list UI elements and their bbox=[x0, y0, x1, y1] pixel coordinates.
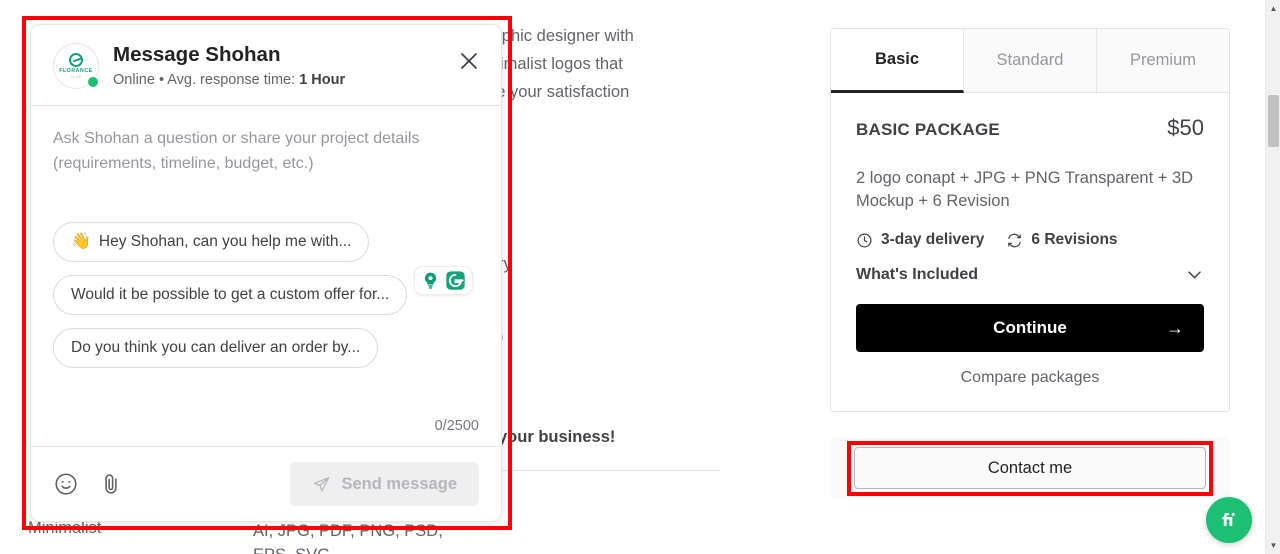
close-icon[interactable] bbox=[455, 47, 483, 75]
suggestion-chip-2[interactable]: Would it be possible to get a custom off… bbox=[53, 275, 408, 315]
suggestion-chip-1[interactable]: 👋 Hey Shohan, can you help me with... bbox=[53, 222, 370, 262]
tab-premium[interactable]: Premium bbox=[1097, 29, 1229, 93]
message-seller-modal: FLORANCE CLUB Message Shohan Online • Av… bbox=[30, 24, 502, 522]
response-time-value: 1 Hour bbox=[299, 72, 346, 88]
message-input[interactable]: Ask Shohan a question or share your proj… bbox=[53, 126, 483, 176]
revisions-label: 6 Revisions bbox=[1031, 231, 1118, 248]
quick-reply-suggestions: 👋 Hey Shohan, can you help me with... Wo… bbox=[53, 222, 479, 368]
package-price: $50 bbox=[1167, 115, 1204, 140]
suggestion-chip-1-label: Hey Shohan, can you help me with... bbox=[98, 233, 352, 250]
refresh-icon bbox=[1008, 233, 1022, 247]
status-separator: • bbox=[158, 72, 165, 88]
package-title-row: BASIC PACKAGE $50 bbox=[856, 115, 1204, 141]
tab-standard[interactable]: Standard bbox=[964, 29, 1097, 93]
page-scrollbar[interactable]: ▲ ▼ bbox=[1265, 0, 1280, 554]
online-status-dot bbox=[86, 75, 100, 89]
modal-footer: Send message bbox=[31, 447, 501, 521]
suggestion-chip-3[interactable]: Do you think you can deliver an order by… bbox=[53, 328, 379, 368]
contact-card: Contact me bbox=[830, 437, 1230, 499]
send-message-button[interactable]: Send message bbox=[290, 462, 479, 506]
arrow-right-icon: → bbox=[1166, 317, 1184, 338]
send-message-label: Send message bbox=[341, 474, 457, 493]
whats-included-label: What's Included bbox=[856, 265, 979, 283]
compare-packages-link[interactable]: Compare packages bbox=[856, 369, 1204, 387]
suggestion-chip-3-label: Do you think you can deliver an order by… bbox=[71, 339, 361, 356]
chevron-down-icon bbox=[1188, 271, 1201, 279]
response-time-label: Avg. response time: bbox=[167, 72, 296, 88]
package-meta: 3-day delivery 6 Revisions bbox=[856, 231, 1204, 249]
avatar: FLORANCE CLUB bbox=[53, 43, 100, 89]
avatar-brand-sub-text: CLUB bbox=[70, 74, 82, 79]
package-card: Basic Standard Premium BASIC PACKAGE $50… bbox=[830, 28, 1230, 412]
background-divider bbox=[498, 470, 720, 471]
grammarly-badge[interactable] bbox=[414, 266, 473, 295]
package-content: BASIC PACKAGE $50 2 logo conapt + JPG + … bbox=[831, 93, 1229, 411]
florance-mark-icon bbox=[69, 52, 83, 67]
background-fragment-3: your business! bbox=[498, 428, 616, 446]
modal-header: FLORANCE CLUB Message Shohan Online • Av… bbox=[31, 25, 501, 106]
package-tabs: Basic Standard Premium bbox=[831, 29, 1229, 93]
page-root: ed graphic designer with n, minimalist l… bbox=[0, 0, 1280, 554]
lightbulb-icon bbox=[425, 272, 436, 289]
suggestion-chip-2-label: Would it be possible to get a custom off… bbox=[71, 286, 390, 303]
clock-icon bbox=[857, 233, 872, 247]
modal-body: Ask Shohan a question or share your proj… bbox=[31, 106, 501, 447]
waving-hand-icon: 👋 bbox=[71, 233, 91, 250]
whats-included-toggle[interactable]: What's Included bbox=[856, 265, 1204, 284]
background-bottom-right-text: AI, JPG, PDF, PNG, PSD, EPS, SVG bbox=[253, 519, 443, 554]
background-file-formats-line1: AI, JPG, PDF, PNG, PSD, bbox=[253, 522, 443, 540]
continue-button[interactable]: Continue → bbox=[856, 304, 1204, 352]
tab-basic[interactable]: Basic bbox=[831, 29, 964, 93]
scroll-down-icon[interactable]: ▼ bbox=[1266, 538, 1280, 553]
fiverr-chat-fab[interactable] bbox=[1206, 497, 1252, 543]
fiverr-logo-icon bbox=[1222, 512, 1235, 526]
scrollbar-thumb[interactable] bbox=[1268, 95, 1279, 147]
attachment-icon[interactable] bbox=[98, 471, 124, 497]
seller-status-line: Online • Avg. response time: 1 Hour bbox=[113, 71, 345, 89]
grammarly-g-icon bbox=[446, 271, 465, 290]
package-description: 2 logo conapt + JPG + PNG Transparent + … bbox=[856, 169, 1194, 210]
modal-title: Message Shohan bbox=[113, 43, 281, 66]
contact-me-button[interactable]: Contact me bbox=[854, 447, 1206, 489]
online-status-label: Online bbox=[113, 72, 155, 88]
delivery-time: 3-day delivery bbox=[856, 231, 984, 249]
emoji-icon[interactable] bbox=[53, 471, 79, 497]
composer-tools bbox=[53, 471, 124, 497]
continue-label: Continue bbox=[993, 318, 1067, 337]
delivery-time-label: 3-day delivery bbox=[881, 231, 985, 248]
modal-header-text: Message Shohan Online • Avg. response ti… bbox=[113, 43, 345, 89]
character-counter: 0/2500 bbox=[434, 418, 479, 434]
package-name: BASIC PACKAGE bbox=[856, 120, 1000, 139]
revisions: 6 Revisions bbox=[1006, 231, 1118, 249]
avatar-brand-text: FLORANCE bbox=[59, 67, 93, 74]
send-plane-icon bbox=[314, 476, 330, 492]
background-file-formats-line2: EPS, SVG bbox=[253, 543, 443, 554]
scroll-up-icon[interactable]: ▲ bbox=[1266, 1, 1280, 16]
